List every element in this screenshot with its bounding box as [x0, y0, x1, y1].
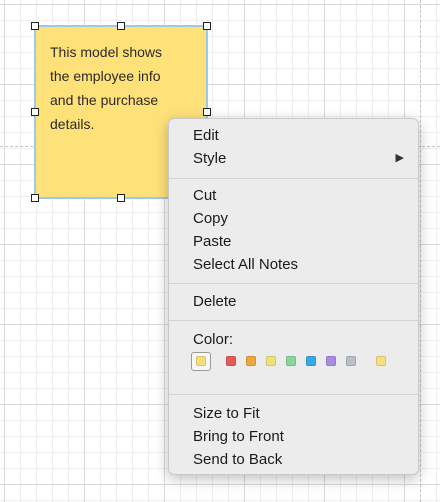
menu-item-bring-to-front[interactable]: Bring to Front [169, 425, 418, 448]
menu-item-select-all-notes[interactable]: Select All Notes [169, 253, 418, 276]
menu-item-paste[interactable]: Paste [169, 230, 418, 253]
chevron-right-icon: ▶ [395, 152, 404, 164]
color-swatch-yellow[interactable] [196, 356, 206, 366]
note-line: the employee info [50, 68, 161, 84]
menu-separator [169, 178, 418, 179]
menu-separator [169, 394, 418, 395]
menu-separator [169, 320, 418, 321]
color-label: Color: [193, 331, 234, 348]
menu-item-copy[interactable]: Copy [169, 207, 418, 230]
color-swatch-red[interactable] [226, 356, 236, 366]
color-swatch-green[interactable] [286, 356, 296, 366]
menu-item-send-to-back[interactable]: Send to Back [169, 448, 418, 471]
resize-handle-top-left[interactable] [31, 22, 39, 30]
context-menu: Edit Style ▶ Cut Copy Paste Select All N… [168, 118, 419, 475]
menu-item-style[interactable]: Style ▶ [169, 147, 418, 170]
menu-item-cut[interactable]: Cut [169, 184, 418, 207]
color-swatch-gray[interactable] [346, 356, 356, 366]
note-line: and the purchase [50, 92, 159, 108]
resize-handle-bottom-left[interactable] [31, 194, 39, 202]
color-swatch-blue[interactable] [306, 356, 316, 366]
menu-item-size-to-fit[interactable]: Size to Fit [169, 402, 418, 425]
note-line: This model shows [50, 44, 163, 60]
menu-item-delete[interactable]: Delete [169, 290, 418, 313]
menu-item-edit[interactable]: Edit [169, 124, 418, 147]
color-swatch-purple[interactable] [326, 356, 336, 366]
menu-separator [169, 283, 418, 284]
resize-handle-bottom-middle[interactable] [117, 194, 125, 202]
page-break-vertical [420, 0, 421, 502]
resize-handle-middle-left[interactable] [31, 108, 39, 116]
menu-item-style-label: Style [193, 150, 227, 167]
resize-handle-top-middle[interactable] [117, 22, 125, 30]
color-swatch-orange[interactable] [246, 356, 256, 366]
resize-handle-top-right[interactable] [203, 22, 211, 30]
color-swatch-light-yellow[interactable] [266, 356, 276, 366]
resize-handle-middle-right[interactable] [203, 108, 211, 116]
color-swatch-pale-yellow[interactable] [376, 356, 386, 366]
